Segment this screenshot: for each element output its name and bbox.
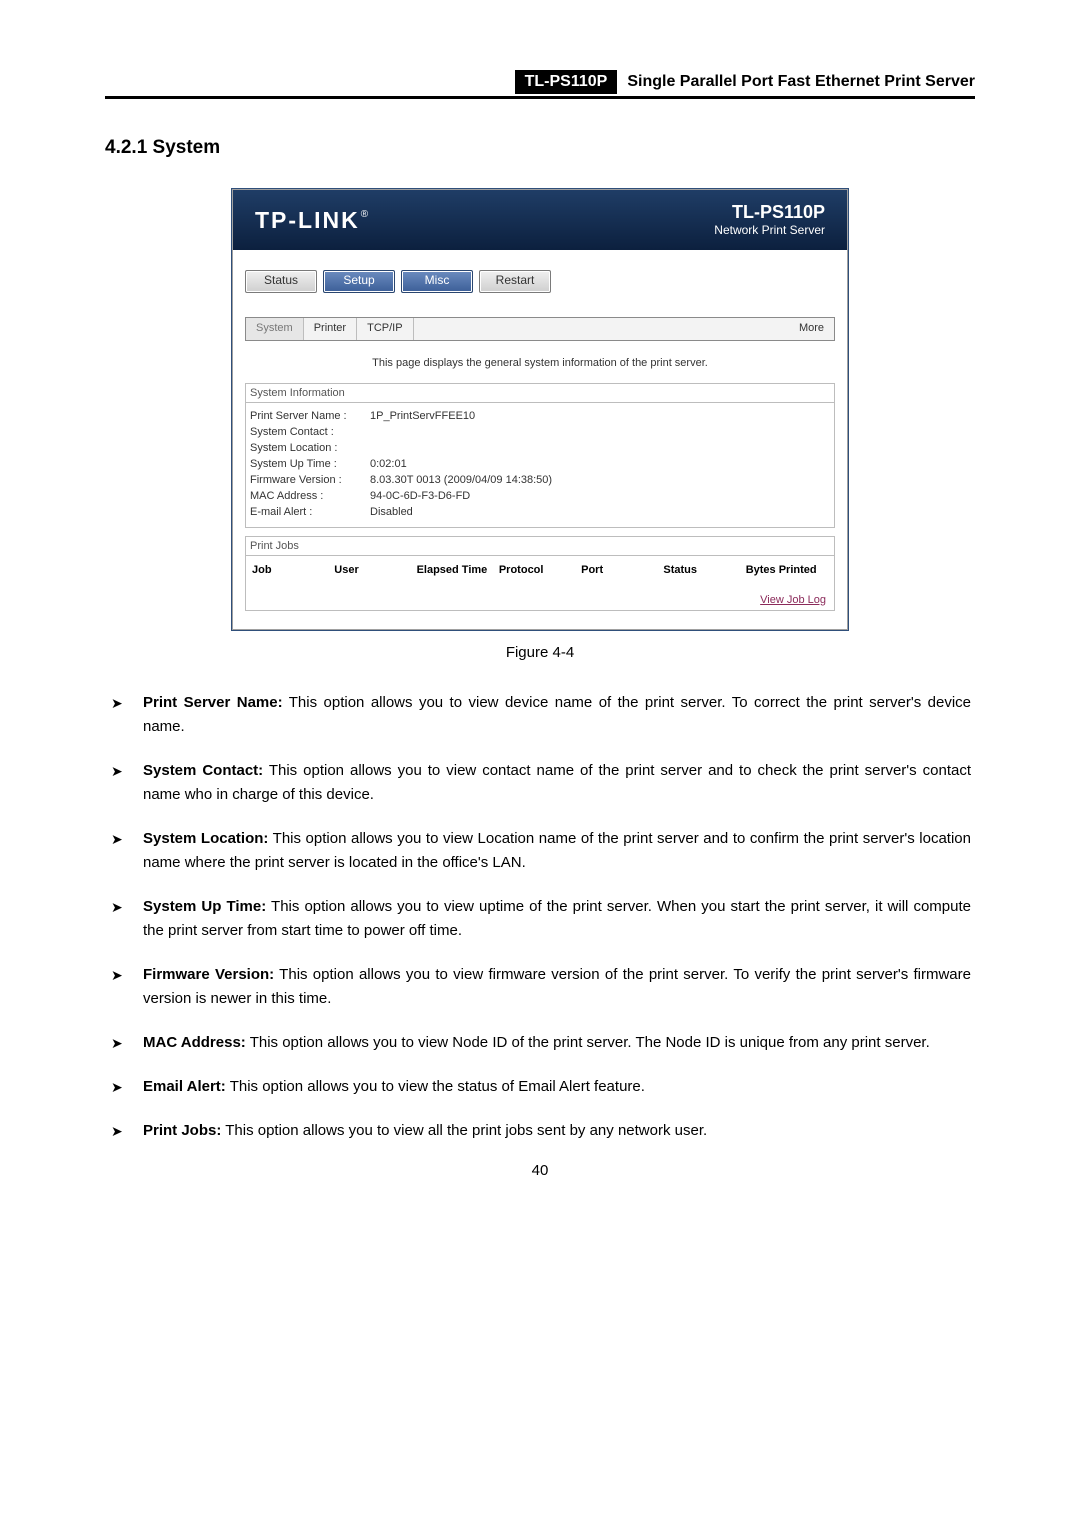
bullet-body: This option allows you to view the statu…: [226, 1078, 645, 1095]
header-model: TL-PS110P: [515, 70, 618, 94]
bullet-head: Firmware Version:: [143, 966, 274, 983]
system-info-row: Firmware Version :8.03.30T 0013 (2009/04…: [250, 473, 830, 489]
info-label: MAC Address :: [250, 489, 370, 505]
figure-description: This page displays the general system in…: [245, 357, 835, 369]
bullet-head: System Location:: [143, 830, 268, 847]
system-info-row: System Location :: [250, 441, 830, 457]
bullet-item: Email Alert: This option allows you to v…: [109, 1075, 971, 1099]
subtab-printer[interactable]: Printer: [304, 318, 357, 340]
bullet-item: Firmware Version: This option allows you…: [109, 963, 971, 1011]
subtab-system[interactable]: System: [246, 318, 304, 340]
figure-caption: Figure 4-4: [105, 644, 975, 661]
brand-text: TP-LINK: [255, 207, 360, 234]
document-header: TL-PS110P Single Parallel Port Fast Ethe…: [105, 70, 975, 99]
info-value: Disabled: [370, 505, 830, 521]
col-job: Job: [252, 564, 334, 576]
col-port: Port: [581, 564, 663, 576]
bullet-head: Email Alert:: [143, 1078, 226, 1095]
info-value: 94-0C-6D-F3-D6-FD: [370, 489, 830, 505]
bullet-head: MAC Address:: [143, 1034, 246, 1051]
print-jobs-box: Print Jobs Job User Elapsed Time Protoco…: [245, 536, 835, 611]
tab-status[interactable]: Status: [245, 270, 317, 293]
subtab-tcpip[interactable]: TCP/IP: [357, 318, 413, 340]
subtab-more[interactable]: More: [789, 318, 834, 340]
figure-header: TP-LINK® TL-PS110P Network Print Server: [233, 190, 847, 250]
bullet-item: System Contact: This option allows you t…: [109, 759, 971, 807]
figure-subtitle: Network Print Server: [714, 223, 825, 237]
brand-logo: TP-LINK®: [255, 207, 368, 234]
system-info-content: Print Server Name :1P_PrintServFFEE10Sys…: [246, 403, 834, 527]
print-jobs-title: Print Jobs: [246, 537, 834, 556]
bullet-body: This option allows you to view Node ID o…: [246, 1034, 930, 1051]
info-value: [370, 425, 830, 441]
system-info-title: System Information: [246, 384, 834, 403]
info-value: [370, 441, 830, 457]
system-info-box: System Information Print Server Name :1P…: [245, 383, 835, 528]
print-jobs-header-row: Job User Elapsed Time Protocol Port Stat…: [252, 564, 828, 576]
bullet-head: System Up Time:: [143, 898, 266, 915]
col-status: Status: [663, 564, 745, 576]
bullet-item: Print Jobs: This option allows you to vi…: [109, 1119, 971, 1143]
bullet-body: This option allows you to view contact n…: [143, 762, 971, 803]
system-info-row: E-mail Alert :Disabled: [250, 505, 830, 521]
view-job-log-link[interactable]: View Job Log: [252, 594, 826, 606]
info-label: Firmware Version :: [250, 473, 370, 489]
figure-screenshot: TP-LINK® TL-PS110P Network Print Server …: [232, 189, 848, 630]
section-heading: 4.2.1 System: [105, 137, 975, 159]
bullet-item: System Up Time: This option allows you t…: [109, 895, 971, 943]
info-value: 0:02:01: [370, 457, 830, 473]
figure-header-right: TL-PS110P Network Print Server: [714, 203, 825, 237]
tab-setup[interactable]: Setup: [323, 270, 395, 293]
bullet-list: Print Server Name: This option allows yo…: [105, 691, 975, 1143]
bullet-head: Print Server Name:: [143, 694, 283, 711]
sub-tab-bar: System Printer TCP/IP More: [245, 317, 835, 341]
col-protocol: Protocol: [499, 564, 581, 576]
col-elapsed: Elapsed Time: [417, 564, 499, 576]
bullet-item: System Location: This option allows you …: [109, 827, 971, 875]
figure-model: TL-PS110P: [714, 203, 825, 223]
bullet-body: This option allows you to view uptime of…: [143, 898, 971, 939]
bullet-head: Print Jobs:: [143, 1122, 221, 1139]
bullet-item: Print Server Name: This option allows yo…: [109, 691, 971, 739]
system-info-row: System Contact :: [250, 425, 830, 441]
main-tab-bar: Status Setup Misc Restart: [245, 270, 835, 293]
bullet-head: System Contact:: [143, 762, 263, 779]
col-user: User: [334, 564, 416, 576]
header-title: Single Parallel Port Fast Ethernet Print…: [627, 73, 975, 91]
info-value: 8.03.30T 0013 (2009/04/09 14:38:50): [370, 473, 830, 489]
tab-misc[interactable]: Misc: [401, 270, 473, 293]
info-label: Print Server Name :: [250, 409, 370, 425]
system-info-row: System Up Time :0:02:01: [250, 457, 830, 473]
brand-registered-icon: ®: [361, 209, 368, 220]
system-info-row: MAC Address :94-0C-6D-F3-D6-FD: [250, 489, 830, 505]
info-value: 1P_PrintServFFEE10: [370, 409, 830, 425]
bullet-item: MAC Address: This option allows you to v…: [109, 1031, 971, 1055]
bullet-body: This option allows you to view all the p…: [221, 1122, 707, 1139]
page-number: 40: [0, 1162, 1080, 1179]
info-label: System Location :: [250, 441, 370, 457]
info-label: System Up Time :: [250, 457, 370, 473]
tab-restart[interactable]: Restart: [479, 270, 551, 293]
info-label: E-mail Alert :: [250, 505, 370, 521]
col-bytes: Bytes Printed: [746, 564, 828, 576]
bullet-body: This option allows you to view Location …: [143, 830, 971, 871]
info-label: System Contact :: [250, 425, 370, 441]
system-info-row: Print Server Name :1P_PrintServFFEE10: [250, 409, 830, 425]
